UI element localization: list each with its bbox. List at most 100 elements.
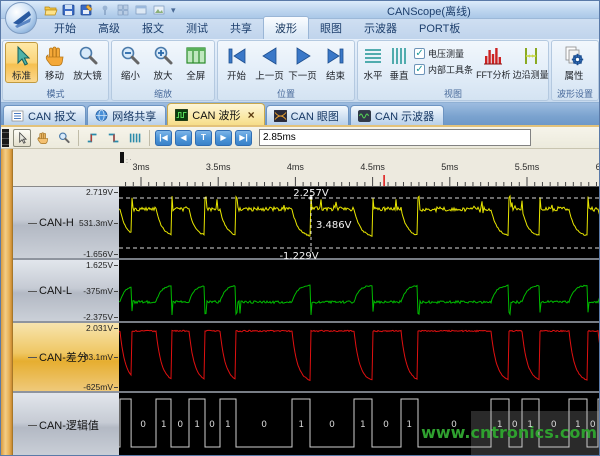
nav-next-icon [291,44,315,68]
zoom-in-button[interactable]: 放大 [147,42,180,83]
magnifier-mode-button[interactable]: 放大镜 [71,42,104,83]
ribbon-tab-advanced[interactable]: 高级 [87,17,131,39]
edge-measure-button[interactable]: 边沿测量 [512,42,550,82]
logic-bit-label: 1 [298,420,304,430]
ruler-label: 4ms [287,162,304,172]
ruler-label: 6ms [596,162,600,172]
quick-access-toolbar: ▾ [43,2,176,18]
fft-icon [481,44,505,68]
go-next-button[interactable]: ▶ [215,130,232,146]
save-as-icon[interactable] [79,3,94,17]
vertical-lines-icon [387,44,411,68]
doc-tab-can-waveform[interactable]: CAN 波形 × [167,103,264,125]
comb-view-button[interactable] [126,129,144,147]
position-first-button[interactable]: 开始 [220,42,253,83]
channel-row-can-h[interactable]: 2.719V CAN-H 531.3mV -1.656V [13,187,119,258]
ruler-handle[interactable] [120,152,124,163]
doc-tab-can-message[interactable]: CAN 报文 [3,105,86,125]
can-l-top-value: 1.625V [86,260,118,270]
app-logo[interactable] [5,2,37,34]
channel-row-can-diff[interactable]: 2.031V CAN-差分 703.1mV -625mV [13,323,119,391]
go-previous-button[interactable]: ◀ [175,130,192,146]
ribbon-tab-start[interactable]: 开始 [43,17,87,39]
position-next-button[interactable]: 下一页 [286,42,319,83]
fullscreen-button[interactable]: 全屏 [179,42,212,83]
waveform-icon [175,109,188,121]
go-trigger-button[interactable]: T [195,130,212,146]
doc-tab-can-eyediagram[interactable]: CAN 眼图 [266,105,349,125]
channel-row-can-logic[interactable]: CAN-逻辑值 [13,393,119,456]
grid-view-icon[interactable] [115,3,130,17]
eye-diagram-icon [274,110,287,122]
document-tab-bar: CAN 报文 网络共享 CAN 波形 × CAN 眼图 [1,103,600,127]
can-h-bottom-value: -1.656V [83,249,118,259]
can-h-mid-value: 531.3mV [79,218,118,228]
ribbon-group-view: 水平 垂直 ✓ 电压测量 ✓ 内部工具条 [357,40,549,101]
cursor-icon [15,131,29,145]
nav-last-icon [324,44,348,68]
time-position-input[interactable] [259,129,531,146]
app-logo-icon [11,9,33,29]
view-checkboxes: ✓ 电压测量 ✓ 内部工具条 [414,47,473,76]
rising-edge-button[interactable] [84,129,102,147]
inner-toolbar-checkbox[interactable]: ✓ 内部工具条 [414,63,473,76]
qat-dropdown-icon[interactable]: ▾ [171,5,176,16]
toolbar-separator [149,130,150,146]
ribbon-tab-eyediagram[interactable]: 眼图 [309,17,353,39]
ribbon-tab-share[interactable]: 共享 [219,17,263,39]
nav-first-icon [225,44,249,68]
zoom-out-icon [118,44,142,68]
wave-toolbar: |◀ ◀ T ▶ ▶| [1,127,600,149]
time-ruler[interactable]: · · · 3ms3.5ms4ms4.5ms5ms5.5ms6ms [119,149,600,187]
cursor-icon [10,44,34,68]
standard-mode-button[interactable]: 标准 [5,42,38,83]
ribbon-tab-portboard[interactable]: PORT板 [408,17,471,39]
fft-analysis-button[interactable]: FFT分析 [475,42,512,82]
can-l-bottom-value: -2.375V [83,312,118,322]
toolbar-cursor-button[interactable] [13,129,31,147]
position-last-button[interactable]: 结束 [319,42,352,83]
toolbar-grip[interactable] [2,129,9,147]
waveform-plot[interactable]: 2.257V 3.486V -1.229V www.cntronics.com … [119,187,600,456]
doc-tab-network-share[interactable]: 网络共享 [87,105,166,125]
logic-bit-label: 0 [590,420,596,430]
ribbon-group-mode: 标准 移动 放大镜 模 [2,40,109,101]
can-h-top-value: 2.719V [86,187,118,197]
can-logic-label: CAN-逻辑值 [39,417,99,433]
logic-bit-label: 0 [209,420,215,430]
ribbon-tab-test[interactable]: 测试 [175,17,219,39]
ribbon-tab-waveform[interactable]: 波形 [263,16,309,39]
ribbon-tab-message[interactable]: 报文 [131,17,175,39]
image-icon[interactable] [151,3,166,17]
channel-row-can-l[interactable]: 1.625V CAN-L -375mV -2.375V [13,260,119,321]
toolbar-hand-button[interactable] [34,129,52,147]
window-icon[interactable] [133,3,148,17]
vertical-button[interactable]: 垂直 [386,42,412,83]
logic-bit-label: 1 [225,420,231,430]
doc-tab-can-oscilloscope[interactable]: CAN 示波器 [350,105,444,125]
go-first-button[interactable]: |◀ [155,130,172,146]
zoom-out-button[interactable]: 缩小 [114,42,147,83]
horizontal-button[interactable]: 水平 [360,42,386,83]
close-tab-icon[interactable]: × [248,110,255,120]
go-last-button[interactable]: ▶| [235,130,252,146]
checkbox-check-icon: ✓ [414,64,425,75]
can-l-label: CAN-L [39,285,72,297]
properties-button[interactable]: 属性 [554,42,594,83]
can-diff-top-value: 2.031V [86,323,118,333]
channel-splitter-strip[interactable] [1,149,13,456]
ribbon-tab-oscilloscope[interactable]: 示波器 [353,17,408,39]
can-l-mid-value: -375mV [83,286,118,296]
falling-edge-button[interactable] [105,129,123,147]
zoom-in-icon [151,44,175,68]
open-file-icon[interactable] [43,3,58,17]
toolbar-magnifier-button[interactable] [55,129,73,147]
move-mode-button[interactable]: 移动 [38,42,71,83]
voltage-measure-checkbox[interactable]: ✓ 电压测量 [414,47,473,60]
save-icon[interactable] [61,3,76,17]
magnifier-icon [76,44,100,68]
measure-low-label: -1.229V [279,251,318,262]
pin-icon[interactable] [97,3,112,17]
logic-bit-label: 1 [497,420,503,430]
position-prev-button[interactable]: 上一页 [253,42,286,83]
